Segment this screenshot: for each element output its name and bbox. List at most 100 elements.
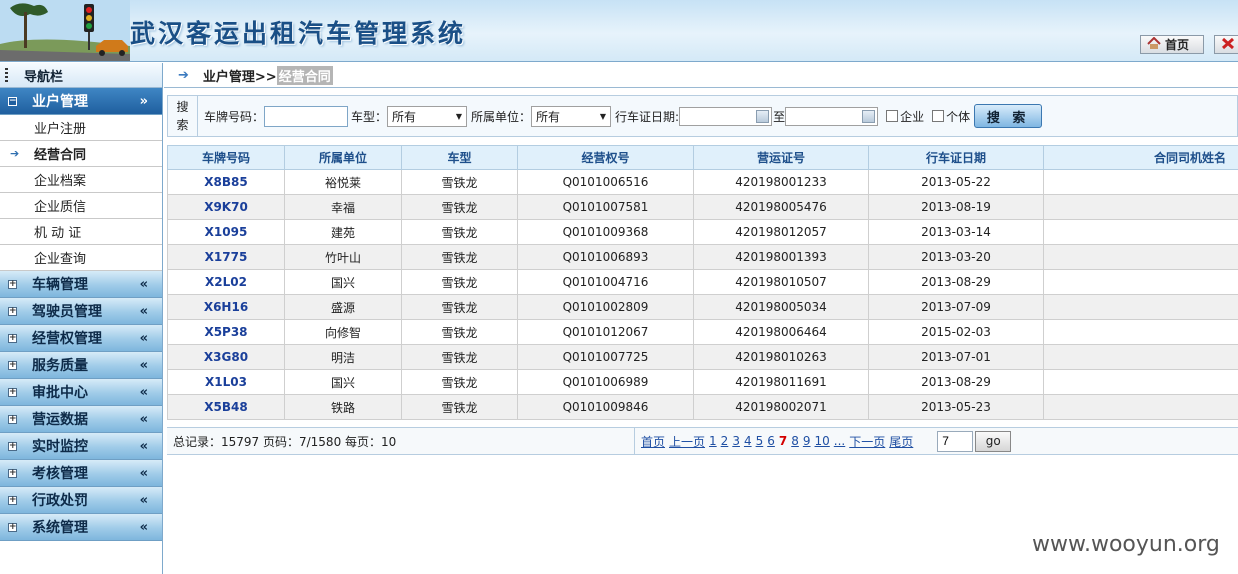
plate-cell[interactable]: X6H16 — [167, 294, 285, 320]
page-number-link[interactable]: 9 — [803, 434, 811, 448]
table-row[interactable]: X9K70 幸福 雪铁龙 Q0101007581 420198005476 2013-08… — [167, 194, 1238, 220]
operating-right-cell: Q0101002809 — [517, 294, 694, 320]
license-date-cell: 2013-05-22 — [868, 169, 1044, 195]
sidebar-item-enterprise-credit[interactable]: 企业质信 — [0, 193, 162, 219]
chevron-left-icon: « — [139, 438, 148, 454]
column-header-unit[interactable]: 所属单位 — [284, 145, 402, 170]
column-header-model[interactable]: 车型 — [401, 145, 518, 170]
page-number-link[interactable]: 3 — [732, 434, 740, 448]
expand-icon: + — [8, 359, 17, 370]
unit-select[interactable]: 所有 ▼ — [531, 105, 612, 127]
plate-cell[interactable]: X5P38 — [167, 319, 285, 345]
breadcrumb-current: 经营合同 — [276, 65, 333, 85]
unit-cell: 向修智 — [284, 319, 402, 345]
unit-label: 所属单位： — [471, 109, 532, 124]
calendar-icon[interactable] — [862, 109, 876, 123]
grip-icon — [5, 67, 8, 83]
sidebar: 导航栏 − 业户管理 » 业户注册 ➔ 经营合同 企业档案 企业质信 机 动 证 … — [0, 63, 163, 574]
page-number-link[interactable]: 6 — [767, 434, 775, 448]
enterprise-checkbox[interactable] — [886, 110, 899, 122]
page-number-link[interactable]: 1 — [709, 434, 717, 448]
table-row[interactable]: X5P38 向修智 雪铁龙 Q0101012067 420198006464 2015-0… — [167, 319, 1238, 345]
page-jump-input[interactable] — [937, 430, 974, 452]
sidebar-group-vehicle[interactable]: + 车辆管理 « — [0, 271, 162, 298]
table-row[interactable]: X5B48 铁路 雪铁龙 Q0101009846 420198002071 2013-05… — [167, 394, 1238, 420]
column-header-operating-right[interactable]: 经营权号 — [517, 145, 694, 170]
go-button[interactable]: go — [975, 430, 1012, 452]
exit-button[interactable] — [1214, 35, 1238, 54]
page-number-link[interactable]: 2 — [721, 434, 729, 448]
plate-input[interactable] — [264, 105, 349, 127]
column-header-license-date[interactable]: 行车证日期 — [868, 145, 1044, 170]
operation-cert-cell: 420198005476 — [693, 194, 869, 220]
table-row[interactable]: X8B85 裕悦莱 雪铁龙 Q0101006516 420198001233 2013-0… — [167, 169, 1238, 195]
model-cell: 雪铁龙 — [401, 194, 518, 220]
plate-cell[interactable]: X2L02 — [167, 269, 285, 295]
contract-driver-cell — [1043, 194, 1238, 220]
next-page-link[interactable]: 下一页 — [849, 433, 885, 450]
breadcrumb-parent[interactable]: 业户管理>> — [203, 66, 277, 85]
model-select[interactable]: 所有 ▼ — [387, 105, 468, 127]
sidebar-item-operating-contract[interactable]: ➔ 经营合同 — [0, 141, 162, 167]
sidebar-group-approval[interactable]: + 审批中心 « — [0, 379, 162, 406]
last-page-link[interactable]: 尾页 — [889, 433, 913, 450]
plate-cell[interactable]: X1095 — [167, 219, 285, 245]
chevron-left-icon: « — [139, 276, 148, 292]
sidebar-item-enterprise-archive[interactable]: 企业档案 — [0, 167, 162, 193]
sidebar-group-household[interactable]: − 业户管理 » — [0, 88, 162, 115]
sidebar-item-enterprise-query[interactable]: 企业查询 — [0, 245, 162, 271]
column-header-contract-driver[interactable]: 合同司机姓名 — [1043, 145, 1238, 170]
collapse-icon: − — [8, 95, 17, 106]
sidebar-item-household-register[interactable]: 业户注册 — [0, 115, 162, 141]
date-from-input[interactable] — [679, 106, 773, 126]
plate-label: 车牌号码： — [204, 109, 265, 124]
table-row[interactable]: X6H16 盛源 雪铁龙 Q0101002809 420198005034 2013-07… — [167, 294, 1238, 320]
date-to-input[interactable] — [785, 106, 879, 126]
license-date-cell: 2013-08-19 — [868, 194, 1044, 220]
page-number-link[interactable]: 8 — [791, 434, 799, 448]
model-cell: 雪铁龙 — [401, 394, 518, 420]
plate-cell[interactable]: X1L03 — [167, 369, 285, 395]
plate-cell[interactable]: X9K70 — [167, 194, 285, 220]
expand-icon: + — [8, 305, 17, 316]
contract-table: 车牌号码 所属单位 车型 经营权号 营运证号 行车证日期 合同司机姓名 X8B8… — [167, 145, 1238, 420]
table-row[interactable]: X1775 竹叶山 雪铁龙 Q0101006893 420198001393 2013-0… — [167, 244, 1238, 270]
sidebar-group-assessment[interactable]: + 考核管理 « — [0, 460, 162, 487]
chevron-left-icon: « — [139, 411, 148, 427]
column-header-plate[interactable]: 车牌号码 — [167, 145, 285, 170]
page-number-link[interactable]: 4 — [744, 434, 752, 448]
sidebar-group-driver[interactable]: + 驾驶员管理 « — [0, 298, 162, 325]
table-row[interactable]: X1095 建苑 雪铁龙 Q0101009368 420198012057 2013-03… — [167, 219, 1238, 245]
chevron-left-icon: « — [139, 465, 148, 481]
table-row[interactable]: X1L03 国兴 雪铁龙 Q0101006989 420198011691 2013-08… — [167, 369, 1238, 395]
sidebar-group-label: 经营权管理 — [32, 331, 102, 347]
more-pages-link[interactable]: ... — [834, 434, 845, 448]
home-button[interactable]: 首页 — [1140, 35, 1204, 54]
plate-cell[interactable]: X8B85 — [167, 169, 285, 195]
individual-checkbox[interactable] — [932, 110, 945, 122]
calendar-icon[interactable] — [756, 109, 770, 123]
search-button[interactable]: 搜 索 — [974, 104, 1043, 128]
page-number-link[interactable]: 10 — [815, 434, 830, 448]
plate-cell[interactable]: X1775 — [167, 244, 285, 270]
column-header-operation-cert[interactable]: 营运证号 — [693, 145, 869, 170]
operation-cert-cell: 420198010263 — [693, 344, 869, 370]
table-row[interactable]: X3G80 明洁 雪铁龙 Q0101007725 420198010263 2013-07… — [167, 344, 1238, 370]
plate-cell[interactable]: X3G80 — [167, 344, 285, 370]
pagination-links: 首页 上一页 123456789 10 ... 下一页 尾页 go — [635, 430, 1012, 452]
sidebar-item-motor-permit[interactable]: 机 动 证 — [0, 219, 162, 245]
sidebar-group-penalty[interactable]: + 行政处罚 « — [0, 487, 162, 514]
contract-driver-cell — [1043, 369, 1238, 395]
page-number-link[interactable]: 5 — [756, 434, 764, 448]
first-page-link[interactable]: 首页 — [641, 433, 665, 450]
sidebar-group-system[interactable]: + 系统管理 « — [0, 514, 162, 541]
sidebar-group-operation-data[interactable]: + 营运数据 « — [0, 406, 162, 433]
sidebar-group-realtime-monitor[interactable]: + 实时监控 « — [0, 433, 162, 460]
operating-right-cell: Q0101006516 — [517, 169, 694, 195]
plate-cell[interactable]: X5B48 — [167, 394, 285, 420]
expand-icon: + — [8, 413, 17, 424]
sidebar-group-service-quality[interactable]: + 服务质量 « — [0, 352, 162, 379]
table-row[interactable]: X2L02 国兴 雪铁龙 Q0101004716 420198010507 2013-08… — [167, 269, 1238, 295]
prev-page-link[interactable]: 上一页 — [669, 433, 705, 450]
sidebar-group-operating-rights[interactable]: + 经营权管理 « — [0, 325, 162, 352]
